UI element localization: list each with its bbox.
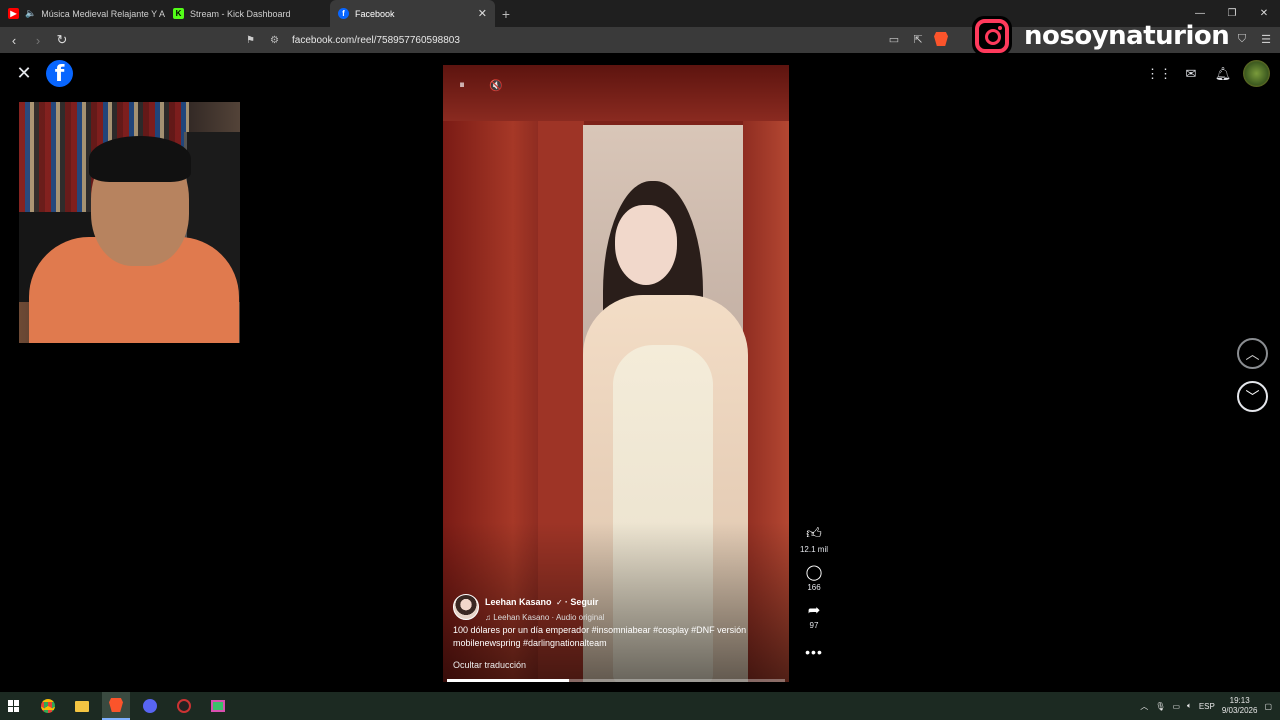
cast-icon[interactable]: ▭: [886, 31, 902, 47]
discord-icon[interactable]: [136, 692, 164, 720]
tab-title: Stream - Kick Dashboard: [190, 8, 291, 19]
app-green-icon[interactable]: [204, 692, 232, 720]
tab-kick-dashboard[interactable]: K Stream - Kick Dashboard: [165, 0, 330, 27]
author-name[interactable]: Leehan Kasano: [485, 597, 552, 607]
next-reel-button[interactable]: ﹀: [1237, 381, 1268, 412]
tab-youtube[interactable]: ▶ 🔈 Música Medieval Relajante Y Acc: [0, 0, 165, 27]
back-button[interactable]: ‹: [4, 30, 24, 50]
new-tab-button[interactable]: +: [495, 0, 517, 27]
facebook-favicon-icon: f: [338, 8, 349, 19]
system-tray: ︿ 🎙︎ ▭ 🔈︎ ESP 19:13 9/03/2026 ▢: [1140, 692, 1272, 720]
kick-favicon-icon: K: [173, 8, 184, 19]
facebook-logo[interactable]: f: [46, 60, 73, 87]
video-controls: ⏸ 🔇: [451, 74, 507, 96]
like-count: 12.1 mil: [799, 545, 828, 554]
obs-icon[interactable]: [170, 692, 198, 720]
instagram-icon: [972, 16, 1012, 56]
share-arrow-icon[interactable]: ➦: [804, 600, 824, 620]
chevron-up-icon[interactable]: ︿: [1140, 701, 1148, 712]
like-icon[interactable]: 👍︎: [804, 524, 824, 544]
apps-menu-icon[interactable]: ⋮⋮: [1146, 62, 1172, 86]
notifications-icon[interactable]: 🔔︎: [1211, 62, 1235, 86]
facebook-top-right: ⋮⋮ ✉ 🔔︎: [1146, 60, 1270, 87]
brave-taskbar-icon[interactable]: [102, 692, 130, 720]
notification-center-icon[interactable]: ▢: [1264, 702, 1272, 711]
follow-link[interactable]: · Seguir: [565, 597, 599, 607]
brave-shields-icon[interactable]: [934, 32, 948, 46]
speaker-icon[interactable]: 🔈: [25, 8, 36, 19]
reel-actions: 👍︎ 12.1 mil ◯ 166 ➦ 97 •••: [797, 524, 831, 660]
video-frame: [443, 65, 789, 682]
vpn-icon[interactable]: ⛉: [1234, 31, 1250, 47]
volume-icon[interactable]: 🔈︎: [1187, 701, 1192, 711]
mute-icon[interactable]: 🔇: [485, 74, 507, 96]
url-text: facebook.com/reel/758957760598803: [292, 34, 460, 46]
language-indicator[interactable]: ESP: [1199, 702, 1215, 711]
profile-avatar[interactable]: [1243, 60, 1270, 87]
close-window-icon[interactable]: ✕: [1248, 0, 1280, 27]
reel-navigation: ︿ ﹀: [1237, 338, 1268, 412]
network-icon[interactable]: ▭: [1172, 702, 1180, 711]
previous-reel-button[interactable]: ︿: [1237, 338, 1268, 369]
clock[interactable]: 19:13 9/03/2026: [1222, 696, 1258, 716]
clock-time: 19:13: [1229, 696, 1250, 705]
instagram-handle: nosoynaturion: [1024, 21, 1230, 51]
forward-button[interactable]: ›: [28, 30, 48, 50]
reel-video[interactable]: ⏸ 🔇 Leehan Kasano ✓ · Seguir ♫ Leehan Ka…: [443, 65, 789, 682]
share-icon[interactable]: ⇱: [910, 31, 926, 47]
tab-title: Música Medieval Relajante Y Acc: [41, 8, 165, 19]
instagram-overlay: nosoynaturion: [972, 11, 1230, 61]
site-info-icon[interactable]: ⚙: [270, 35, 284, 46]
hide-translation-link[interactable]: Ocultar traducción: [453, 660, 526, 670]
share-action[interactable]: ➦ 97: [804, 600, 824, 630]
start-button[interactable]: [0, 692, 28, 720]
reel-author: Leehan Kasano ✓ · Seguir ♫ Leehan Kasano…: [453, 592, 604, 622]
video-progress-bar[interactable]: [447, 679, 785, 682]
video-progress-fill: [447, 679, 569, 682]
reload-button[interactable]: ↻: [52, 30, 72, 50]
more-options-icon[interactable]: •••: [805, 644, 823, 660]
pause-icon[interactable]: ⏸: [451, 74, 473, 96]
file-explorer-icon[interactable]: [68, 692, 96, 720]
messenger-icon[interactable]: ✉: [1179, 62, 1203, 86]
close-tab-icon[interactable]: ✕: [478, 7, 487, 20]
windows-icon: [8, 700, 20, 712]
clock-date: 9/03/2026: [1221, 706, 1258, 715]
comment-action[interactable]: ◯ 166: [804, 562, 824, 592]
tab-title: Facebook: [355, 8, 395, 19]
close-icon[interactable]: ✕: [14, 61, 34, 87]
menu-icon[interactable]: ☰: [1258, 31, 1274, 47]
bookmark-icon[interactable]: ⚑: [246, 35, 260, 46]
microphone-icon[interactable]: 🎙︎: [1155, 702, 1165, 711]
audio-label[interactable]: Leehan Kasano · Audio original: [493, 613, 604, 622]
comment-count: 166: [807, 583, 821, 592]
chrome-icon[interactable]: [34, 692, 62, 720]
webcam-overlay: [19, 102, 240, 343]
verified-icon: ✓: [555, 598, 565, 607]
windows-taskbar: ︿ 🎙︎ ▭ 🔈︎ ESP 19:13 9/03/2026 ▢: [0, 692, 1280, 720]
reel-left-header: ✕ f: [14, 60, 73, 87]
music-note-icon: ♫: [485, 613, 494, 622]
like-action[interactable]: 👍︎ 12.1 mil: [800, 524, 828, 554]
share-count: 97: [809, 621, 819, 630]
tab-facebook[interactable]: f Facebook ✕: [330, 0, 495, 27]
author-avatar[interactable]: [453, 594, 479, 620]
reel-caption: 100 dólares por un día emperador #insomn…: [453, 625, 747, 648]
youtube-favicon-icon: ▶: [8, 8, 19, 19]
comment-icon[interactable]: ◯: [804, 562, 824, 582]
address-bar[interactable]: ⚑ ⚙ facebook.com/reel/758957760598803: [246, 28, 966, 52]
